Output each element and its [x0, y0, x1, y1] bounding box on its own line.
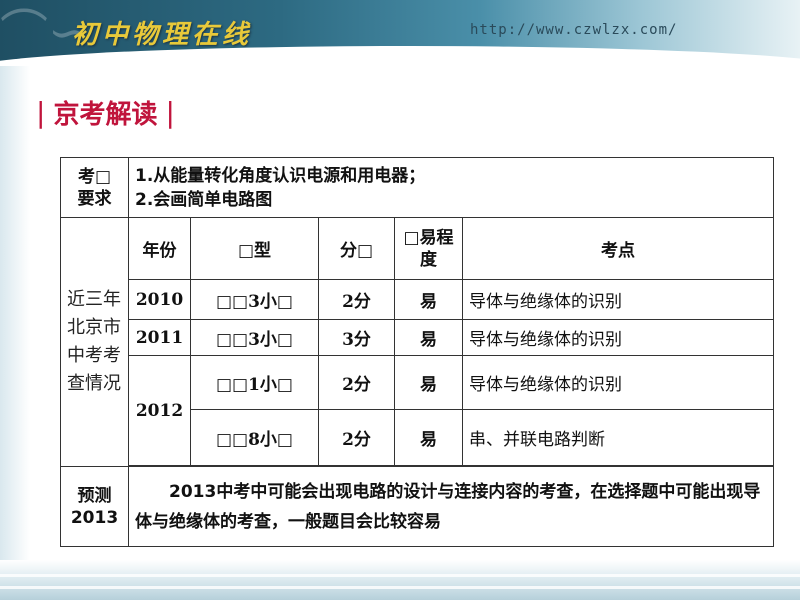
- row-score: 3分: [318, 319, 395, 356]
- row-year: 2010: [128, 279, 191, 320]
- header-score: 分□: [318, 217, 395, 280]
- row-type: □□1小□: [190, 355, 319, 410]
- prediction-label: 预测 2013: [60, 466, 129, 547]
- header-type: □型: [190, 217, 319, 280]
- row-point: 导体与绝缘体的识别: [462, 355, 774, 410]
- row-difficulty: 易: [394, 319, 463, 356]
- header-point: 考点: [462, 217, 774, 280]
- row-difficulty: 易: [394, 409, 463, 466]
- prediction-row: 预测 2013 2013中考中可能会出现电路的设计与连接内容的考查，在选择题中可…: [60, 466, 774, 547]
- section-title-text: 京考解读: [53, 100, 158, 130]
- footer-stripe: [0, 586, 800, 589]
- header-row: 近三年北京市中考考查情况 年份 □型 分□ □易程度 考点: [60, 217, 774, 467]
- section-title: | 京考解读 |: [36, 94, 175, 131]
- requirement-line-1: 1.从能量转化角度认识电源和用电器；: [135, 165, 426, 186]
- requirement-label: 考□ 要求: [60, 157, 129, 218]
- footer-stripe: [0, 574, 800, 577]
- left-decoration: [0, 66, 30, 600]
- row-score: 2分: [318, 279, 395, 320]
- requirement-row: 考□ 要求 1.从能量转化角度认识电源和用电器； 2.会画简单电路图: [60, 157, 774, 218]
- row-score: 2分: [318, 355, 395, 410]
- table-row: 2010 □□3小□ 2分 易 导体与绝缘体的识别: [61, 279, 774, 320]
- site-url[interactable]: http://www.czwlzx.com/: [470, 22, 677, 38]
- footer-decoration: [0, 560, 800, 600]
- header-difficulty: □易程度: [394, 217, 463, 280]
- requirement-text: 1.从能量转化角度认识电源和用电器； 2.会画简单电路图: [128, 157, 774, 218]
- header-banner: ⌒∽ 初中物理在线 http://www.czwlzx.com/: [0, 0, 800, 66]
- table-row: 2011 □□3小□ 3分 易 导体与绝缘体的识别: [61, 319, 774, 356]
- row-type: □□8小□: [190, 409, 319, 466]
- exam-analysis-table: 考□ 要求 1.从能量转化角度认识电源和用电器； 2.会画简单电路图 近三年北京…: [60, 157, 774, 547]
- row-point: 导体与绝缘体的识别: [462, 279, 774, 320]
- table-row: 2012 □□1小□ 2分 易 导体与绝缘体的识别: [61, 355, 774, 466]
- row-year: 2011: [128, 319, 191, 356]
- row-point: 串、并联电路判断: [462, 409, 774, 466]
- row-type: □□3小□: [190, 319, 319, 356]
- prediction-text: 2013中考中可能会出现电路的设计与连接内容的考查，在选择题中可能出现导体与绝缘…: [128, 466, 774, 547]
- header-year: 年份: [128, 217, 191, 280]
- row-difficulty: 易: [394, 355, 463, 410]
- title-bar-right: |: [165, 96, 175, 129]
- row-point: 导体与绝缘体的识别: [462, 319, 774, 356]
- row-type: □□3小□: [190, 279, 319, 320]
- title-bar-left: |: [36, 96, 46, 129]
- row-year: 2012: [128, 355, 191, 466]
- row-difficulty: 易: [394, 279, 463, 320]
- requirement-line-2: 2.会画简单电路图: [135, 189, 273, 210]
- site-logo: 初中物理在线: [72, 20, 253, 50]
- row-score: 2分: [318, 409, 395, 466]
- history-label: 近三年北京市中考考查情况: [60, 217, 129, 467]
